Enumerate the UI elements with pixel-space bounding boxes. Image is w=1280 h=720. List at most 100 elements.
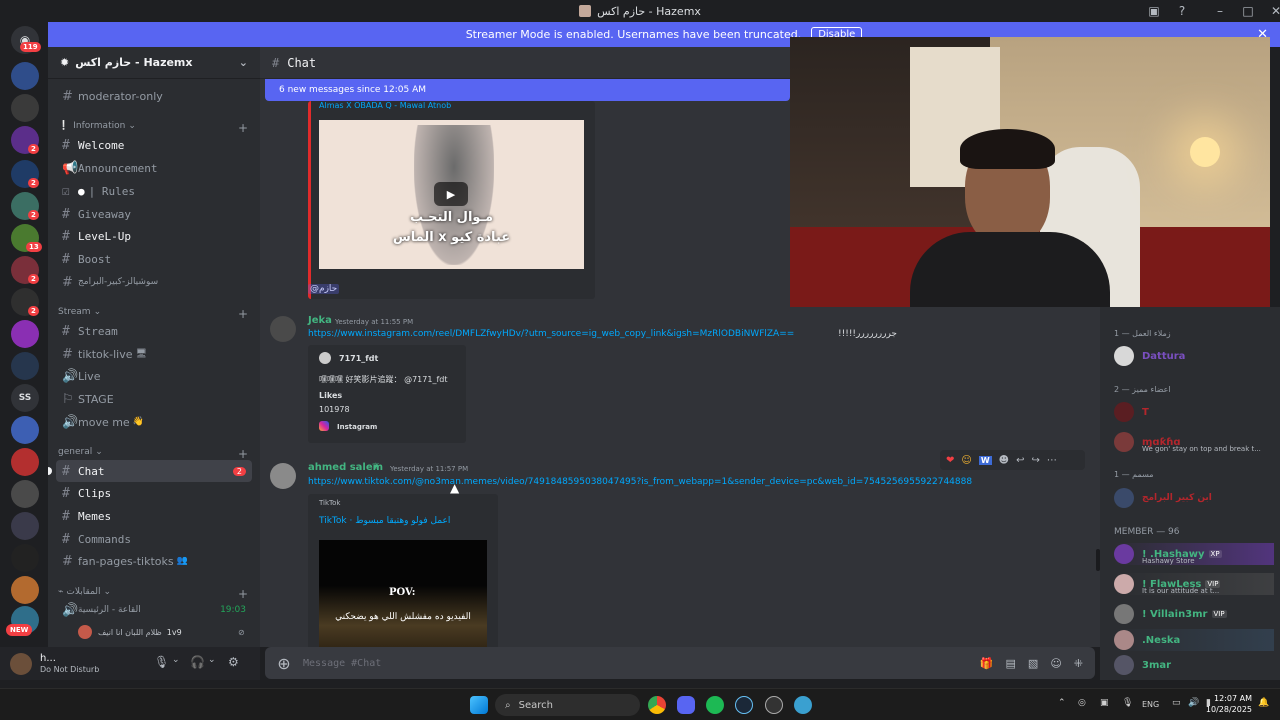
steam-icon[interactable]	[735, 696, 753, 714]
category-general[interactable]: general ⌄ +	[58, 447, 248, 461]
help-icon[interactable]: ?	[1168, 4, 1196, 18]
server-icon[interactable]	[11, 352, 39, 380]
heart-reaction-icon[interactable]: ❤	[946, 455, 954, 466]
close-button[interactable]: ✕	[1262, 4, 1280, 18]
member-item[interactable]: ! Villain3mr VIP	[1114, 603, 1274, 625]
spotify-icon[interactable]	[706, 696, 724, 714]
message-link[interactable]: https://www.instagram.com/reel/DMFLZfwyH…	[308, 329, 794, 339]
gift-icon[interactable]: 🎁	[980, 657, 994, 670]
chevron-down-icon[interactable]: ⌄	[208, 655, 216, 665]
server-icon[interactable]	[11, 544, 39, 572]
tray-app-icon[interactable]: ▣	[1100, 698, 1109, 708]
chrome-icon[interactable]	[648, 696, 666, 714]
channel-stage[interactable]: ⚐ STAGE	[56, 388, 252, 410]
voice-user[interactable]: ظلام اللبان انا انيف 1v9 ⊘	[78, 625, 245, 639]
video-thumbnail[interactable]: POV: الفيديو ده مفشلش اللي هو يضحكني	[319, 540, 487, 647]
avatar[interactable]	[10, 652, 32, 675]
channel-socials[interactable]: # سوشيالز-كبير-البرامج	[56, 271, 252, 293]
message-input[interactable]: Message #Chat	[303, 658, 381, 669]
channel-boost[interactable]: # Boost	[56, 248, 252, 270]
microphone-icon[interactable]: 🎙	[154, 655, 169, 669]
add-channel-icon[interactable]: +	[238, 121, 248, 135]
sticker-icon[interactable]: ▧	[1028, 657, 1038, 670]
video-thumbnail[interactable]: ▶ مـوال التحـب الماس x عبادة كيو	[319, 120, 584, 269]
server-icon[interactable]	[11, 320, 39, 348]
channel-level-up[interactable]: # LeveL-Up	[56, 225, 252, 247]
category-stream[interactable]: Stream ⌄ +	[58, 307, 248, 321]
voice-channel-main[interactable]: 🔊 القاعة - الرئيسية 19:03	[56, 599, 252, 621]
more-options-icon[interactable]: ⋯	[1047, 455, 1057, 466]
server-icon[interactable]	[11, 512, 39, 540]
avatar[interactable]	[270, 463, 296, 489]
server-icon[interactable]	[11, 576, 39, 604]
server-icon[interactable]	[11, 480, 39, 508]
add-channel-icon[interactable]: +	[238, 307, 248, 321]
discord-icon[interactable]	[677, 696, 695, 714]
settings-gear-icon[interactable]: ⚙	[228, 655, 239, 669]
member-item[interactable]: ! .Hashawy XP Hashawy Store	[1114, 543, 1274, 565]
app-icon[interactable]	[765, 696, 783, 714]
inbox-icon[interactable]: ▣	[1140, 4, 1168, 18]
server-icon[interactable]	[11, 416, 39, 444]
message-link[interactable]: https://www.tiktok.com/@no3man.memes/vid…	[308, 477, 972, 487]
channel-giveaway[interactable]: # Giveaway	[56, 203, 252, 225]
channel-welcome[interactable]: # Welcome	[56, 134, 252, 156]
channel-moderator-only[interactable]: # moderator-only	[56, 85, 252, 107]
minimize-button[interactable]: –	[1206, 4, 1234, 18]
chevron-down-icon[interactable]: ⌄	[172, 655, 180, 665]
taskbar-search[interactable]: ⌕ Search	[495, 694, 640, 716]
mention[interactable]: @حازم	[308, 284, 340, 294]
tray-mic-icon[interactable]: 🎙	[1122, 698, 1133, 708]
message-author[interactable]: Jeka	[308, 315, 332, 326]
app-icon[interactable]	[794, 696, 812, 714]
server-icon[interactable]	[11, 94, 39, 122]
member-item[interactable]: ! FlawLess VIP It is our attitude at t...	[1114, 573, 1274, 595]
category-information[interactable]: ❕ Information ⌄ +	[58, 121, 248, 135]
tray-app-icon[interactable]: ◎	[1078, 698, 1086, 708]
headphones-icon[interactable]: 🎧	[190, 655, 205, 669]
maximize-button[interactable]: □	[1234, 4, 1262, 18]
windows-start-icon[interactable]	[470, 696, 488, 714]
attach-plus-icon[interactable]: ⊕	[265, 654, 303, 673]
member-item[interactable]: T	[1114, 401, 1274, 423]
reply-icon[interactable]: ↩	[1016, 455, 1024, 466]
avatar[interactable]	[270, 316, 296, 342]
member-item[interactable]: ɱɑƙɦɑ We gon' stay on top and break t...	[1114, 431, 1274, 453]
channel-chat[interactable]: # Chat 2	[48, 460, 252, 482]
server-ss-icon[interactable]: SS	[11, 384, 39, 412]
gif-icon[interactable]: ▤	[1006, 657, 1016, 670]
play-icon[interactable]: ▶	[434, 182, 468, 206]
forward-icon[interactable]: ↪	[1031, 455, 1039, 466]
channel-move-me[interactable]: 🔊 move me 👋	[56, 411, 252, 433]
add-channel-icon[interactable]: +	[238, 447, 248, 461]
add-reaction-icon[interactable]: ☻	[999, 455, 1009, 466]
channel-commands[interactable]: # Commands	[56, 528, 252, 550]
notification-bell-icon[interactable]: 🔔	[1258, 698, 1269, 708]
laugh-reaction-icon[interactable]: ☺	[961, 455, 971, 466]
member-item[interactable]: Dattura	[1114, 345, 1274, 367]
input-language[interactable]: ENG	[1142, 700, 1159, 709]
tray-overflow-icon[interactable]: ⌃	[1058, 698, 1066, 708]
channel-clips[interactable]: # Clips	[56, 482, 252, 504]
channel-announcement[interactable]: 📢 Announcement	[56, 157, 252, 179]
server-icon[interactable]	[11, 448, 39, 476]
apps-icon[interactable]: ⁜	[1074, 657, 1083, 670]
channel-stream[interactable]: # Stream	[56, 320, 252, 342]
new-messages-bar[interactable]: 6 new messages since 12:05 AM	[265, 79, 790, 101]
channel-fan-pages[interactable]: # fan-pages-tiktoks 👥	[56, 550, 252, 572]
volume-icon[interactable]: 🔊	[1188, 698, 1199, 708]
embed-author[interactable]: 7171_fdt	[339, 354, 378, 363]
channel-tiktok-live[interactable]: # tiktok-live 🖥	[56, 343, 252, 365]
embed-title[interactable]: TikTok · اعمل فولو وهتبقا مبسوط	[319, 516, 450, 526]
server-header[interactable]: ✹ حازم اكس - Hazemx ⌄	[48, 47, 260, 79]
network-icon[interactable]: ▭	[1172, 698, 1181, 708]
member-item[interactable]: 3mar	[1114, 654, 1274, 676]
channel-rules[interactable]: ☑ ● | Rules	[56, 180, 252, 202]
server-icon[interactable]	[11, 62, 39, 90]
embed-title[interactable]: Almas X OBADA Q - Mawal Atnob	[319, 101, 451, 110]
w-reaction-icon[interactable]: W	[978, 455, 992, 465]
member-item[interactable]: .Neska	[1114, 629, 1274, 651]
channel-live[interactable]: 🔊 Live	[56, 365, 252, 387]
channel-memes[interactable]: # Memes	[56, 505, 252, 527]
emoji-icon[interactable]: ☺	[1050, 657, 1061, 670]
